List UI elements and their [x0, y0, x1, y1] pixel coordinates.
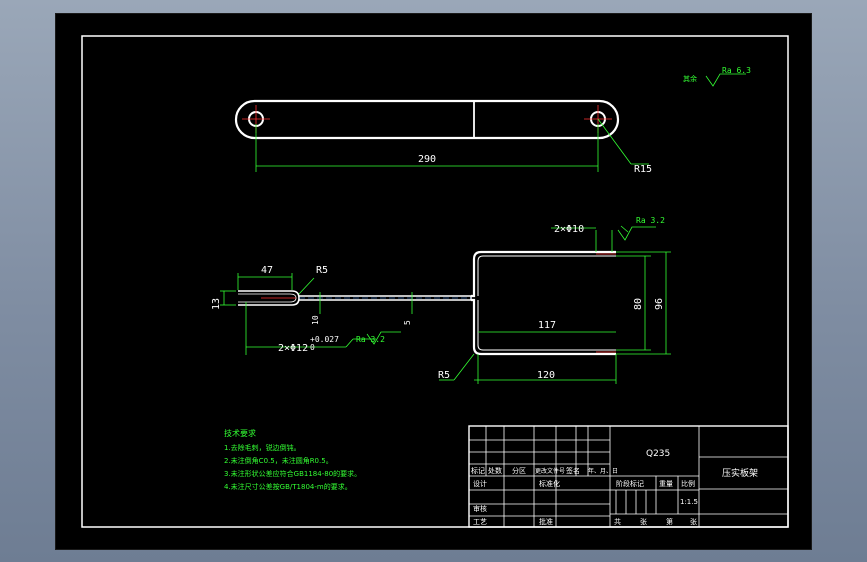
row-label-2: 分区: [512, 466, 526, 475]
dim-47: 47: [261, 265, 273, 276]
row-label-1: 处数: [488, 466, 502, 475]
weight-label: 重量: [659, 480, 673, 488]
tech-notes: 技术要求 1.去除毛刺，锐边倒钝。 2.未注倒角C0.5，未注圆角R0.5。 3…: [224, 428, 361, 491]
sheets-2: 第: [666, 517, 673, 526]
dim-chamfer-spec: 2×Φ10: [554, 224, 584, 235]
dim-10: 10: [311, 315, 320, 325]
sheets-1: 张: [640, 517, 647, 526]
row-label-0: 标记: [471, 466, 485, 475]
material: Q235: [646, 449, 670, 459]
tech-note-1: 1.去除毛刺，锐边倒钝。: [224, 443, 301, 452]
dim-r5-bottom: R5: [438, 370, 450, 381]
tech-note-4: 4.未注尺寸公差按GB/T1804-m的要求。: [224, 482, 352, 491]
tech-note-2: 2.未注倒角C0.5，未注圆角R0.5。: [224, 456, 333, 465]
designer-label: 设计: [473, 479, 487, 488]
scale-value: 1:1.5: [680, 498, 698, 506]
dim-5: 5: [403, 320, 412, 325]
bent-view: 47 R5 13 10 5 2×Φ12 +0.027 0 Ra 3.2 2×Φ1…: [211, 216, 671, 384]
surface-mark-value: Ra 6.3: [722, 66, 751, 75]
drawing-canvas: 其余 Ra 6.3 290 R15 47 R5 13 10 5 2×Φ12 +0…: [55, 13, 812, 550]
process-label: 工艺: [473, 518, 487, 526]
ra-right: Ra 3.2: [636, 216, 665, 225]
dim-13: 13: [211, 298, 222, 310]
dim-117: 117: [538, 320, 556, 331]
row-label-4: 签名: [566, 466, 580, 475]
surface-mark-label: 其余: [683, 74, 697, 83]
u-loop: [471, 250, 616, 356]
check-label: 审核: [473, 504, 487, 513]
row-label-3: 更改文件号: [535, 467, 565, 475]
dim-tol-lower: 0: [310, 343, 315, 352]
row-label-5: 年、月、日: [588, 467, 618, 475]
stage-mark-label: 阶段标记: [616, 479, 644, 488]
title-block-text: Q235 压实板架 标记 处数 分区 更改文件号 签名 年、月、日 设计 标准化…: [471, 449, 758, 526]
dim-r5-top: R5: [316, 265, 328, 276]
scale-label: 比例: [681, 479, 695, 488]
dim-r15: R15: [634, 164, 652, 175]
drawing-svg: 其余 Ra 6.3 290 R15 47 R5 13 10 5 2×Φ12 +0…: [81, 35, 789, 528]
ra-left: Ra 3.2: [356, 335, 385, 344]
standardize-label: 标准化: [539, 479, 560, 488]
dim-290: 290: [418, 154, 436, 165]
drawing-border: [81, 35, 789, 528]
sheets-0: 共: [614, 517, 621, 526]
top-view: 290 R15: [234, 99, 652, 175]
dim-120: 120: [537, 370, 555, 381]
top-centerlines: [242, 105, 612, 133]
dim-290-lines: [255, 118, 649, 172]
flat-bar: [234, 99, 620, 140]
sheets-3: 张: [690, 517, 697, 526]
dim-96: 96: [654, 298, 665, 310]
tech-notes-title: 技术要求: [224, 428, 256, 438]
roughness-symbol: [705, 73, 746, 87]
dim-80: 80: [633, 298, 644, 310]
part-name: 压实板架: [722, 467, 758, 479]
dim-hole-spec: 2×Φ12: [278, 343, 308, 354]
approve-label: 批准: [539, 517, 553, 526]
surface-mark: 其余 Ra 6.3: [683, 66, 751, 87]
tech-note-3: 3.未注形状公差应符合GB1184-80的要求。: [224, 469, 361, 478]
